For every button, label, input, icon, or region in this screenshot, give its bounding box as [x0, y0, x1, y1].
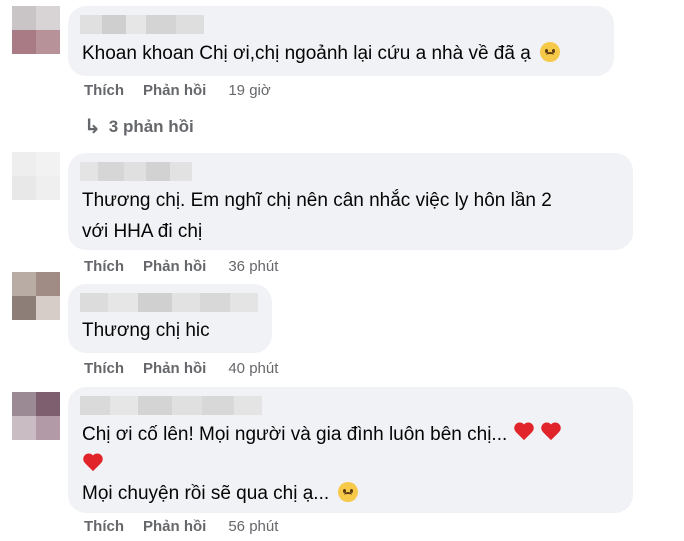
avatar[interactable] — [12, 6, 60, 54]
comment-actions: Thích Phản hồi 19 giờ — [84, 82, 271, 99]
comment-text-line: Thương chị. Em nghĩ chị nên cân nhắc việ… — [82, 190, 552, 211]
like-button[interactable]: Thích — [84, 360, 124, 377]
comment-bubble: Thương chị. Em nghĩ chị nên cân nhắc việ… — [68, 153, 633, 250]
reply-button[interactable]: Phản hồi — [143, 518, 206, 535]
commenter-name-blurred[interactable] — [80, 15, 204, 34]
comment-text-line: Mọi chuyện rồi sẽ qua chị ạ... — [82, 478, 359, 509]
comment-time[interactable]: 56 phút — [228, 518, 278, 535]
heart-emoji-icon — [82, 454, 104, 474]
avatar[interactable] — [12, 392, 60, 440]
reply-button[interactable]: Phản hồi — [143, 360, 206, 377]
heart-emoji-icon — [513, 423, 535, 443]
sad-face-emoji-icon — [540, 41, 561, 62]
commenter-name-blurred[interactable] — [80, 396, 262, 415]
reply-arrow-icon: ↳ — [84, 116, 101, 138]
comment-time[interactable]: 19 giờ — [228, 82, 270, 99]
comment-bubble: Chị ơi cố lên! Mọi người và gia đình luô… — [68, 387, 633, 513]
like-button[interactable]: Thích — [84, 518, 124, 535]
comment-text-line: Chị ơi cố lên! Mọi người và gia đình luô… — [82, 419, 562, 450]
replies-count: 3 phản hồi — [108, 116, 194, 136]
comment-bubble: Khoan khoan Chị ơi,chị ngoảnh lại cứu a … — [68, 6, 614, 76]
comment-actions: Thích Phản hồi 36 phút — [84, 258, 278, 275]
comment-text: Khoan khoan Chị ơi,chị ngoảnh lại cứu a … — [82, 38, 561, 69]
comment-text-line — [82, 450, 104, 481]
comment-bubble: Thương chị hic — [68, 284, 272, 353]
reply-button[interactable]: Phản hồi — [143, 258, 206, 275]
reply-button[interactable]: Phản hồi — [143, 82, 206, 99]
comment-actions: Thích Phản hồi 56 phút — [84, 518, 278, 535]
comment-actions: Thích Phản hồi 40 phút — [84, 360, 278, 377]
like-button[interactable]: Thích — [84, 82, 124, 99]
heart-emoji-icon — [540, 423, 562, 443]
like-button[interactable]: Thích — [84, 258, 124, 275]
view-replies-link[interactable]: ↳ 3 phản hồi — [84, 114, 194, 139]
pensive-face-emoji-icon — [338, 481, 359, 502]
avatar[interactable] — [12, 272, 60, 320]
comment-text-line: với HHA đi chị — [82, 221, 203, 242]
commenter-name-blurred[interactable] — [80, 293, 258, 312]
comment-time[interactable]: 40 phút — [228, 360, 278, 377]
comment-text: Thương chị hic — [82, 320, 210, 341]
avatar[interactable] — [12, 152, 60, 200]
commenter-name-blurred[interactable] — [80, 162, 192, 181]
comment-time[interactable]: 36 phút — [228, 258, 278, 275]
